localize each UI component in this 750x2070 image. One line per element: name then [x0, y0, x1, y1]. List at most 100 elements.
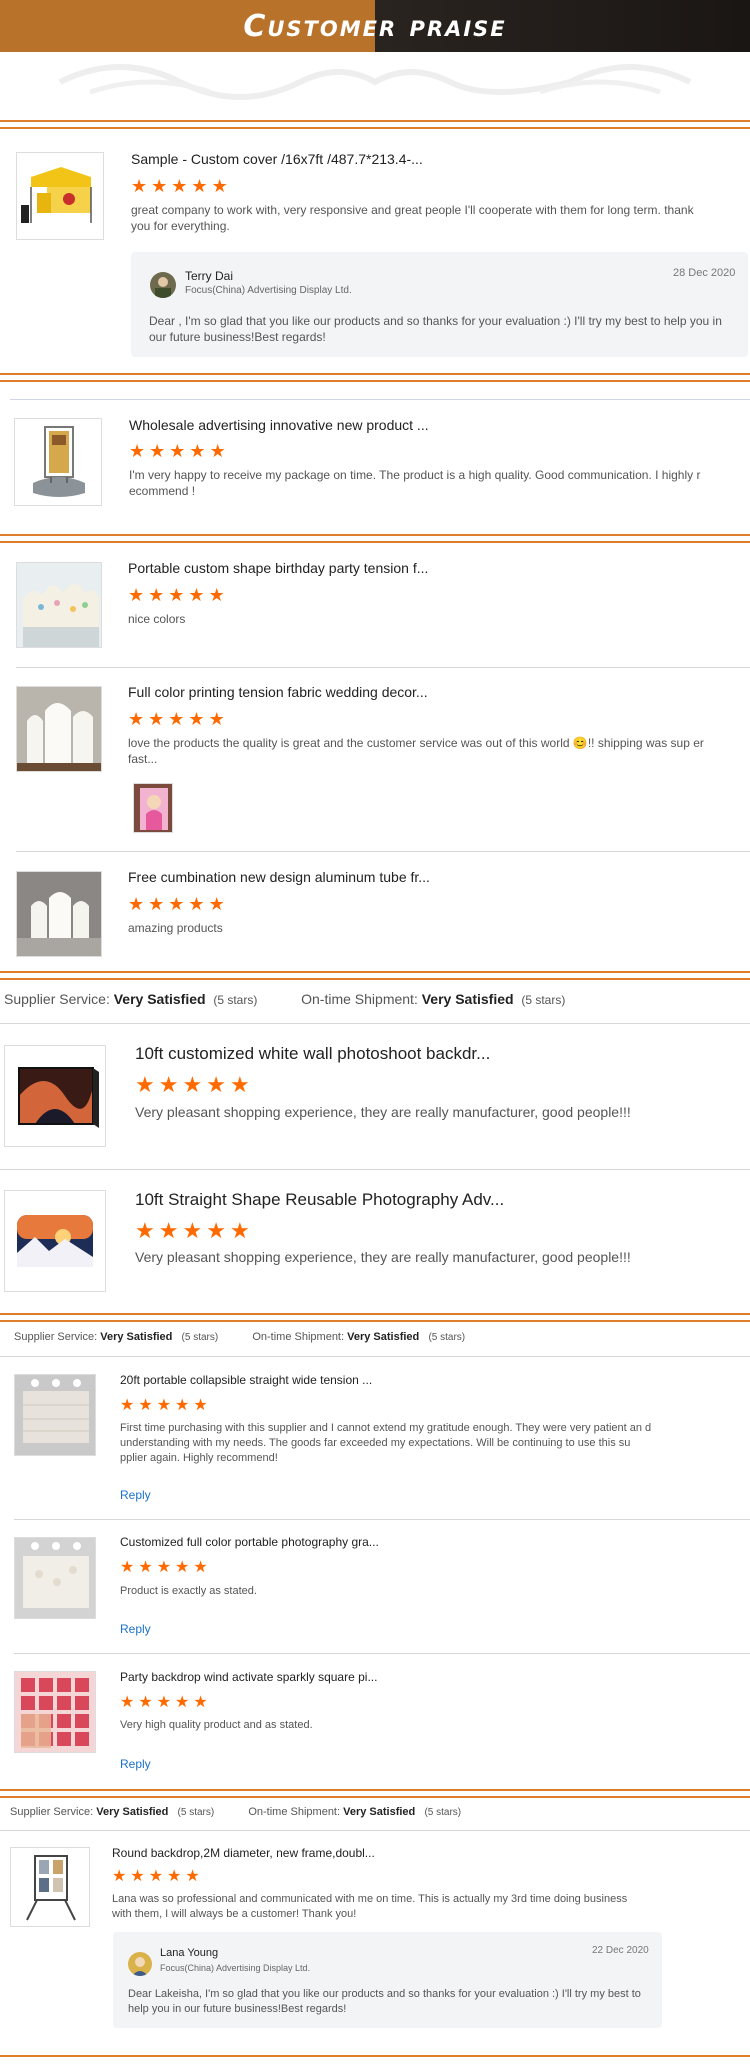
star-icon: ★ [188, 894, 206, 914]
banner-title: Customer praise [243, 8, 507, 44]
product-thumbnail-tent[interactable] [16, 152, 104, 240]
review-comment: Very high quality product and as stated. [120, 1719, 313, 1731]
shipment-stars: (5 stars) [424, 1807, 462, 1818]
product-thumbnail-round-backdrop[interactable] [10, 1847, 90, 1927]
product-title[interactable]: Round backdrop,2M diameter, new frame,do… [112, 1846, 432, 1860]
rating-summary: Supplier Service: Very Satisfied (5 star… [4, 991, 750, 1007]
star-icon: ★ [120, 1559, 136, 1576]
section-divider [0, 380, 750, 382]
supplier-service-label: Supplier Service: [10, 1806, 94, 1818]
rating-stars: ★ ★ ★ ★ ★ [128, 709, 229, 730]
star-icon: ★ [211, 176, 229, 196]
star-icon: ★ [191, 176, 209, 196]
replier-name: Terry Dai [185, 269, 234, 283]
product-title[interactable]: Sample - Custom cover /16x7ft /487.7*213… [131, 151, 451, 167]
star-icon: ★ [168, 585, 186, 605]
product-title[interactable]: Party backdrop wind activate sparkly squ… [120, 1670, 440, 1684]
rating-stars: ★ ★ ★ ★ ★ [135, 1218, 254, 1244]
avatar [150, 272, 176, 298]
divider [0, 1830, 750, 1831]
product-thumbnail-photography-graphic[interactable] [14, 1537, 96, 1619]
star-icon: ★ [138, 1559, 154, 1576]
replier-company: Focus(China) Advertising Display Ltd. [185, 285, 352, 296]
rating-stars: ★ ★ ★ ★ ★ [112, 1866, 204, 1886]
shipment-label: On-time Shipment: [252, 1331, 345, 1343]
star-icon: ★ [148, 894, 166, 914]
product-title[interactable]: Full color printing tension fabric weddi… [128, 684, 448, 700]
product-title[interactable]: 10ft customized white wall photoshoot ba… [135, 1044, 535, 1064]
star-icon: ★ [189, 441, 207, 461]
section-divider [0, 2055, 750, 2057]
star-icon: ★ [112, 1868, 128, 1885]
product-title[interactable]: Wholesale advertising innovative new pro… [129, 417, 449, 433]
star-icon: ★ [169, 441, 187, 461]
review-photo[interactable] [133, 783, 173, 833]
product-thumbnail-photography-backdrop[interactable] [4, 1190, 106, 1292]
shipment-value: Very Satisfied [421, 991, 514, 1007]
star-icon: ★ [188, 585, 206, 605]
divider [0, 1169, 750, 1170]
star-icon: ★ [128, 585, 146, 605]
star-icon: ★ [209, 441, 227, 461]
star-icon: ★ [120, 1397, 136, 1414]
product-thumbnail-wedding-decor[interactable] [16, 686, 102, 772]
section-divider [0, 1320, 750, 1322]
product-thumbnail-birthday-backdrop[interactable] [16, 562, 102, 648]
supplier-service-label: Supplier Service: [4, 991, 110, 1007]
product-thumbnail-photoshoot-backdrop[interactable] [4, 1045, 106, 1147]
star-icon: ★ [149, 441, 167, 461]
star-icon: ★ [148, 709, 166, 729]
product-thumbnail-aluminum-tube-frame[interactable] [16, 871, 102, 957]
reply-link[interactable]: Reply [120, 1757, 151, 1771]
review-comment: great company to work with, very respons… [131, 203, 694, 234]
divider [10, 399, 750, 400]
star-icon: ★ [175, 1559, 191, 1576]
supplier-service-label: Supplier Service: [14, 1331, 98, 1343]
reply-link[interactable]: Reply [120, 1622, 151, 1636]
divider [14, 1519, 750, 1520]
star-icon: ★ [193, 1694, 209, 1711]
shipment-value: Very Satisfied [347, 1331, 420, 1343]
rating-stars: ★ ★ ★ ★ ★ [120, 1692, 212, 1712]
star-icon: ★ [131, 176, 149, 196]
product-thumbnail-sign-stand[interactable] [14, 418, 102, 506]
section-divider [0, 127, 750, 129]
star-icon: ★ [175, 1397, 191, 1414]
section-divider [0, 1796, 750, 1798]
supplier-service-stars: (5 stars) [213, 993, 258, 1007]
review-comment: Product is exactly as stated. [120, 1585, 257, 1597]
divider [16, 851, 750, 852]
product-thumbnail-sparkly-backdrop[interactable] [14, 1671, 96, 1753]
star-icon: ★ [208, 585, 226, 605]
star-icon: ★ [182, 1072, 204, 1097]
product-title[interactable]: 10ft Straight Shape Reusable Photography… [135, 1190, 535, 1210]
divider [14, 1653, 750, 1654]
product-thumbnail-tension-backdrop[interactable] [14, 1374, 96, 1456]
rating-stars: ★ ★ ★ ★ ★ [135, 1072, 254, 1098]
shipment-value: Very Satisfied [343, 1806, 416, 1818]
star-icon: ★ [135, 1218, 156, 1243]
star-icon: ★ [130, 1868, 146, 1885]
product-title[interactable]: 20ft portable collapsible straight wide … [120, 1373, 440, 1387]
star-icon: ★ [148, 1868, 165, 1885]
reply-link[interactable]: Reply [120, 1488, 151, 1502]
review-comment: Very pleasant shopping experience, they … [135, 1104, 631, 1120]
star-icon: ★ [138, 1397, 154, 1414]
divider [0, 1023, 750, 1024]
star-icon: ★ [175, 1694, 191, 1711]
section-divider [0, 120, 750, 122]
supplier-service-stars: (5 stars) [177, 1807, 215, 1818]
star-icon: ★ [182, 1218, 204, 1243]
section-divider [0, 978, 750, 980]
rating-stars: ★ ★ ★ ★ ★ [131, 176, 232, 197]
rating-stars: ★ ★ ★ ★ ★ [129, 441, 230, 462]
product-title[interactable]: Free cumbination new design aluminum tub… [128, 869, 448, 885]
section-divider [0, 373, 750, 375]
review-comment: First time purchasing with this supplier… [120, 1422, 652, 1464]
product-title[interactable]: Customized full color portable photograp… [120, 1535, 440, 1549]
star-icon: ★ [171, 176, 189, 196]
product-title[interactable]: Portable custom shape birthday party ten… [128, 560, 448, 576]
star-icon: ★ [229, 1218, 251, 1243]
reply-date: 28 Dec 2020 [673, 267, 736, 279]
section-divider [0, 971, 750, 973]
